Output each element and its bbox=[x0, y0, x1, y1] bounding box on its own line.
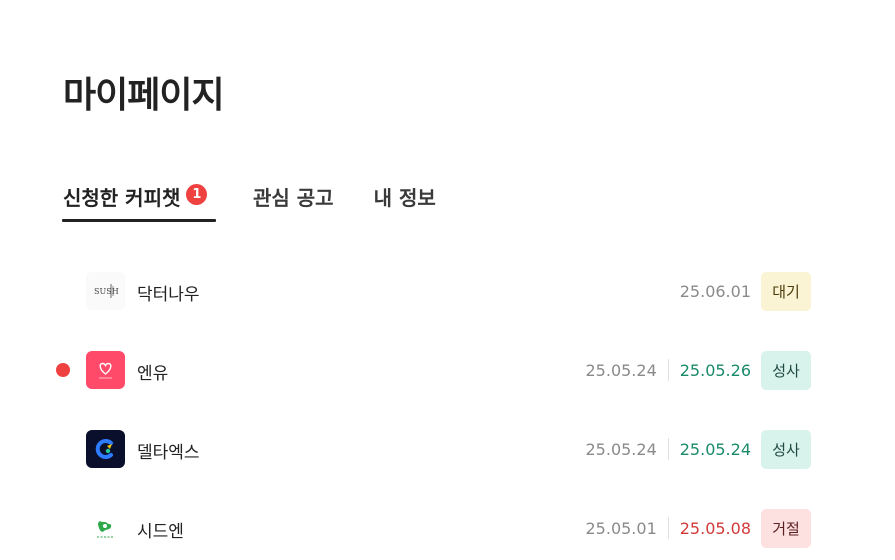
tab-label: 내 정보 bbox=[373, 186, 436, 210]
applied-date: 25.05.01 bbox=[585, 518, 657, 538]
status-badge: 성사 bbox=[761, 429, 811, 469]
page-title: 마이페이지 bbox=[63, 75, 225, 116]
application-row[interactable]: SUSH 닥터나우 25.06.01 대기 bbox=[0, 271, 895, 311]
notification-badge: 1 bbox=[186, 184, 208, 205]
company-name: 시드엔 bbox=[137, 522, 184, 542]
razer-logo-icon bbox=[86, 509, 125, 547]
company-name: 엔유 bbox=[137, 364, 169, 384]
application-meta: 25.05.01 25.05.08 거절 bbox=[585, 508, 811, 548]
heart-logo-icon bbox=[86, 351, 125, 389]
application-meta: 25.05.24 25.05.24 성사 bbox=[585, 429, 811, 469]
status-badge: 거절 bbox=[761, 508, 811, 548]
date-divider bbox=[667, 359, 669, 381]
application-meta: 25.06.01 대기 bbox=[680, 271, 811, 311]
application-row[interactable]: 델타엑스 25.05.24 25.05.24 성사 bbox=[0, 429, 895, 469]
tab-label: 관심 공고 bbox=[253, 186, 334, 210]
applied-date: 25.05.24 bbox=[585, 439, 657, 459]
tab-label: 신청한 커피챗 bbox=[63, 186, 181, 210]
application-meta: 25.05.24 25.05.26 성사 bbox=[585, 350, 811, 390]
result-date: 25.05.26 bbox=[679, 360, 751, 380]
date-divider bbox=[667, 438, 669, 460]
delta-logo-icon bbox=[86, 430, 125, 468]
tab-my-info[interactable]: 내 정보 bbox=[374, 182, 436, 220]
company-name: 델타엑스 bbox=[137, 443, 200, 463]
application-row[interactable]: 시드엔 25.05.01 25.05.08 거절 bbox=[0, 508, 895, 548]
tab-saved-jobs[interactable]: 관심 공고 bbox=[253, 182, 334, 220]
result-date: 25.05.08 bbox=[679, 518, 751, 538]
tab-applied-coffeechat[interactable]: 신청한 커피챗 1 bbox=[62, 182, 216, 222]
status-badge: 성사 bbox=[761, 350, 811, 390]
unread-dot bbox=[56, 363, 70, 377]
tab-bar: 신청한 커피챗 1 관심 공고 내 정보 bbox=[62, 182, 436, 222]
applied-date: 25.05.24 bbox=[585, 360, 657, 380]
status-badge: 대기 bbox=[761, 271, 811, 311]
result-date: 25.05.24 bbox=[679, 439, 751, 459]
svg-text:SUSH: SUSH bbox=[94, 287, 119, 296]
applied-date: 25.06.01 bbox=[679, 281, 751, 301]
sush-logo-icon: SUSH bbox=[86, 272, 125, 310]
application-row[interactable]: 엔유 25.05.24 25.05.26 성사 bbox=[0, 350, 895, 390]
date-divider bbox=[667, 517, 669, 539]
company-name: 닥터나우 bbox=[137, 285, 200, 305]
